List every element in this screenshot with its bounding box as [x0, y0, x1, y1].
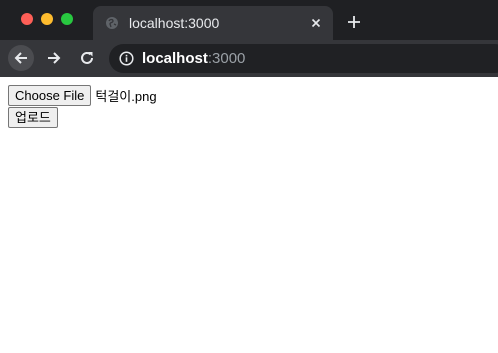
plus-icon[interactable]	[344, 12, 364, 32]
choose-file-button[interactable]: Choose File	[8, 84, 92, 106]
globe-icon	[105, 16, 119, 30]
address-host: localhost	[142, 50, 208, 67]
reload-icon[interactable]	[74, 45, 100, 71]
address-port: :3000	[207, 50, 246, 67]
maximize-window-button[interactable]	[61, 13, 73, 25]
arrow-right-icon[interactable]	[41, 45, 67, 71]
address-bar[interactable]: localhost:3000	[109, 44, 498, 73]
browser-titlebar: localhost:3000	[0, 0, 498, 40]
tab-title: localhost:3000	[129, 15, 220, 31]
selected-file-name: 턱걸이.png	[95, 88, 157, 104]
info-icon[interactable]	[119, 51, 134, 66]
page-content: Choose File 턱걸이.png 업로드	[0, 77, 498, 353]
browser-toolbar: localhost:3000	[0, 40, 498, 77]
address-url: localhost:3000	[142, 50, 245, 67]
upload-button[interactable]: 업로드	[8, 107, 58, 128]
close-window-button[interactable]	[21, 13, 33, 25]
minimize-window-button[interactable]	[41, 13, 53, 25]
browser-tab[interactable]: localhost:3000	[93, 6, 333, 40]
arrow-left-icon[interactable]	[8, 45, 34, 71]
close-icon[interactable]	[308, 15, 324, 31]
file-input: Choose File 턱걸이.png	[8, 84, 157, 106]
